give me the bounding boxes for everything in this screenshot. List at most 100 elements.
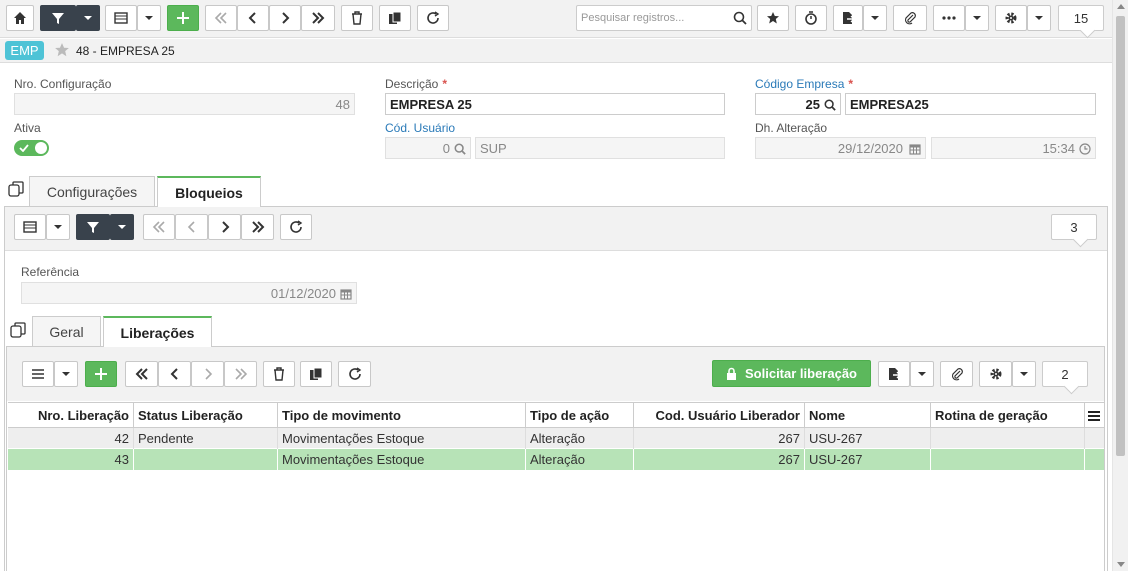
col-tipo-movimento[interactable]: Tipo de movimento [278, 403, 526, 428]
liberacoes-refresh-button[interactable] [338, 361, 371, 387]
clock-icon [1079, 143, 1091, 155]
next-record-button[interactable] [269, 5, 301, 31]
liberacoes-attach-button[interactable] [940, 361, 973, 387]
col-nome[interactable]: Nome [805, 403, 931, 428]
solicitar-liberacao-button[interactable]: Solicitar liberação [712, 360, 871, 387]
tab-liberacoes[interactable]: Liberações [103, 316, 212, 347]
table-row[interactable]: 42 Pendente Movimentações Estoque Altera… [8, 428, 1104, 449]
page-scrollbar[interactable] [1112, 0, 1128, 571]
col-tipo-acao[interactable]: Tipo de ação [526, 403, 634, 428]
col-cod-usuario-liberador[interactable]: Cod. Usuário Liberador [634, 403, 805, 428]
cod-empresa-label[interactable]: Código Empresa * [755, 77, 853, 91]
ativa-toggle[interactable] [14, 140, 49, 156]
col-rotina-geracao[interactable]: Rotina de geração [931, 403, 1085, 428]
subtabs-copy-icon[interactable] [10, 322, 26, 338]
bloqueios-count: 3 [1051, 214, 1097, 240]
empresa-name-field[interactable]: EMPRESA25 [845, 93, 1096, 115]
cell-tipo-movimento: Movimentações Estoque [278, 428, 526, 449]
cell-nome: USU-267 [805, 428, 931, 449]
column-menu-button[interactable] [1085, 403, 1104, 428]
chevron-right-icon [204, 368, 212, 380]
liberacoes-previous-button[interactable] [158, 361, 191, 387]
cod-usuario-label[interactable]: Cód. Usuário [385, 121, 455, 135]
search-icon[interactable] [733, 11, 747, 25]
record-count: 15 [1058, 5, 1104, 31]
favorite-button[interactable] [757, 5, 789, 31]
search-icon[interactable] [824, 99, 836, 111]
liberacoes-next-button[interactable] [191, 361, 224, 387]
scroll-down-arrow[interactable] [1117, 562, 1125, 567]
col-status-liberacao[interactable]: Status Liberação [134, 403, 278, 428]
settings-dropdown-button[interactable] [1027, 5, 1051, 31]
bloqueios-refresh-button[interactable] [280, 214, 312, 240]
first-record-button[interactable] [205, 5, 237, 31]
descricao-field[interactable]: EMPRESA 25 [385, 93, 725, 115]
liberacoes-list-button[interactable] [22, 361, 54, 387]
home-button[interactable] [6, 5, 34, 31]
refresh-button[interactable] [417, 5, 449, 31]
solicitar-liberacao-label: Solicitar liberação [745, 366, 857, 381]
tab-configuracoes[interactable]: Configurações [29, 176, 155, 206]
filter-dropdown-button[interactable] [76, 5, 100, 31]
list-icon [32, 369, 44, 379]
bloqueios-filter-dropdown-button[interactable] [110, 214, 134, 240]
col-nro-liberacao[interactable]: Nro. Liberação [8, 403, 134, 428]
table-row-selected[interactable]: 43 Movimentações Estoque Alteração 267 U… [8, 449, 1104, 470]
more-actions-dropdown-button[interactable] [965, 5, 989, 31]
liberacoes-last-button[interactable] [224, 361, 257, 387]
liberacoes-copy-button[interactable] [300, 361, 332, 387]
tab-geral[interactable]: Geral [32, 316, 101, 346]
add-button[interactable] [167, 5, 199, 31]
grid-header: Nro. Liberação Status Liberação Tipo de … [8, 402, 1104, 428]
plus-icon [95, 368, 107, 380]
refresh-icon [348, 367, 361, 380]
star-outline-icon[interactable] [54, 42, 70, 58]
col-tipo-movimento-label: Tipo de movimento [282, 408, 401, 423]
cod-empresa-field[interactable]: 25 [755, 93, 841, 115]
cell-status: Pendente [134, 428, 278, 449]
previous-record-button[interactable] [237, 5, 269, 31]
liberacoes-settings-dropdown-button[interactable] [1012, 361, 1036, 387]
liberacoes-list-dropdown-button[interactable] [54, 361, 78, 387]
cell-nro: 43 [8, 449, 134, 470]
attach-button[interactable] [893, 5, 927, 31]
bloqueios-first-button[interactable] [143, 214, 175, 240]
tab-bloqueios[interactable]: Bloqueios [157, 176, 261, 207]
liberacoes-export-button[interactable] [878, 361, 910, 387]
tabs-copy-icon[interactable] [8, 181, 24, 197]
filter-button[interactable] [40, 5, 76, 31]
liberacoes-add-button[interactable] [85, 361, 117, 387]
trash-icon [274, 367, 284, 381]
bloqueios-grid-view-button[interactable] [14, 214, 46, 240]
liberacoes-delete-button[interactable] [263, 361, 295, 387]
liberacoes-settings-button[interactable] [979, 361, 1012, 387]
col-rotina-geracao-label: Rotina de geração [935, 408, 1048, 423]
grid-view-button[interactable] [105, 5, 137, 31]
cell-tipo-movimento: Movimentações Estoque [278, 449, 526, 470]
bloqueios-previous-button[interactable] [175, 214, 208, 240]
chevron-down-icon [918, 372, 926, 376]
liberacoes-export-dropdown-button[interactable] [910, 361, 934, 387]
bloqueios-grid-dropdown-button[interactable] [46, 214, 70, 240]
trash-icon [352, 11, 362, 25]
export-dropdown-button[interactable] [863, 5, 887, 31]
grid-view-dropdown-button[interactable] [137, 5, 161, 31]
settings-button[interactable] [995, 5, 1027, 31]
last-record-button[interactable] [301, 5, 335, 31]
bloqueios-last-button[interactable] [241, 214, 274, 240]
liberacoes-first-button[interactable] [125, 361, 158, 387]
delete-button[interactable] [341, 5, 373, 31]
col-nome-label: Nome [809, 408, 846, 423]
cell-tipo-acao: Alteração [526, 449, 634, 470]
timer-button[interactable] [795, 5, 827, 31]
col-cod-usuario-liberador-label: Cod. Usuário Liberador [655, 408, 800, 423]
copy-button[interactable] [379, 5, 411, 31]
export-button[interactable] [833, 5, 863, 31]
bloqueios-filter-button[interactable] [76, 214, 110, 240]
bloqueios-next-button[interactable] [208, 214, 241, 240]
more-actions-button[interactable] [933, 5, 965, 31]
scroll-up-arrow[interactable] [1117, 4, 1125, 9]
tab-liberacoes-label: Liberações [120, 324, 195, 341]
scrollbar-thumb[interactable] [1116, 16, 1125, 456]
search-input[interactable]: Pesquisar registros... [576, 5, 752, 31]
